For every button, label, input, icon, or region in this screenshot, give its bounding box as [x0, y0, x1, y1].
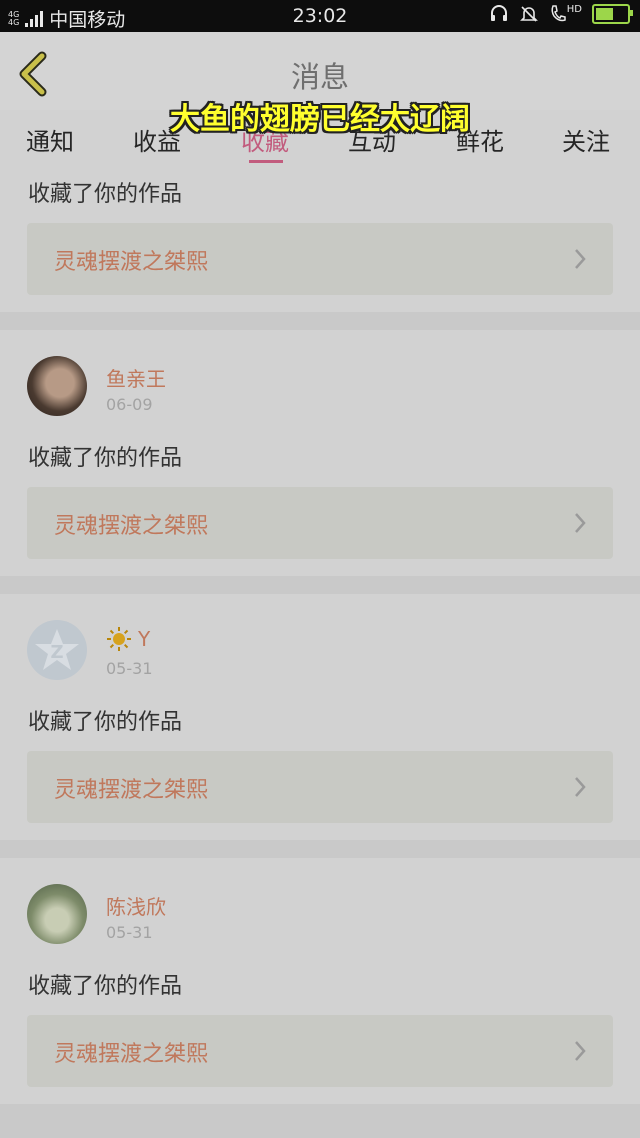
sun-icon [107, 627, 131, 651]
avatar[interactable] [27, 884, 87, 944]
chevron-right-icon [575, 1041, 586, 1061]
chevron-right-icon [575, 249, 586, 269]
message-action: 收藏了你的作品 [28, 710, 183, 735]
work-link[interactable]: 灵魂摆渡之桀熙 [27, 1015, 613, 1087]
headset-icon [490, 5, 507, 21]
divider [0, 1104, 640, 1138]
battery-fill [596, 8, 613, 20]
work-title: 灵魂摆渡之桀熙 [54, 1042, 209, 1067]
message-date: 05-31 [106, 659, 153, 678]
hd-label: HD [566, 4, 582, 15]
avatar[interactable]: Z [27, 620, 87, 680]
tab-flowers[interactable]: 鲜花 [456, 122, 504, 157]
battery-icon [592, 4, 633, 24]
tab-bar: 通知 收益 收藏 互动 鲜花 关注 [0, 110, 640, 166]
default-avatar-icon: Z [35, 629, 79, 670]
tab-favorites[interactable]: 收藏 [241, 122, 289, 157]
divider [0, 576, 640, 594]
message-date: 05-31 [106, 923, 153, 942]
avatar[interactable] [27, 356, 87, 416]
message-item: Z Y 05-31 收藏了你的作品 灵魂摆渡之桀熙 [0, 594, 640, 840]
page-title: 消息 [290, 60, 349, 94]
status-bar: 4G 4G 中国移动 23:02 HD [0, 0, 640, 32]
work-link[interactable]: 灵魂摆渡之桀熙 [27, 751, 613, 823]
message-item: 鱼亲王 06-09 收藏了你的作品 灵魂摆渡之桀熙 [0, 330, 640, 576]
message-date: 06-09 [106, 395, 153, 414]
active-tab-indicator [249, 160, 283, 163]
status-right: HD [489, 4, 633, 24]
work-link[interactable]: 灵魂摆渡之桀熙 [27, 487, 613, 559]
username[interactable]: Y [138, 627, 150, 651]
header-bar: 消息 [0, 32, 640, 111]
call-icon [551, 5, 566, 22]
work-title: 灵魂摆渡之桀熙 [54, 250, 209, 275]
svg-text:Z: Z [50, 642, 63, 663]
chevron-right-icon [575, 777, 586, 797]
tab-earnings[interactable]: 收益 [133, 122, 181, 157]
bell-muted-icon [519, 6, 538, 22]
work-title: 灵魂摆渡之桀熙 [54, 778, 209, 803]
tab-notifications[interactable]: 通知 [26, 122, 74, 157]
tab-interactions[interactable]: 互动 [348, 122, 396, 157]
message-action: 收藏了你的作品 [28, 446, 183, 471]
message-item: 陈浅欣 05-31 收藏了你的作品 灵魂摆渡之桀熙 [0, 858, 640, 1104]
work-title: 灵魂摆渡之桀熙 [54, 514, 209, 539]
divider [0, 840, 640, 858]
message-action: 收藏了你的作品 [28, 182, 183, 207]
message-item: 收藏了你的作品 灵魂摆渡之桀熙 [0, 166, 640, 312]
tab-follows[interactable]: 关注 [562, 122, 610, 157]
divider [0, 312, 640, 330]
work-link[interactable]: 灵魂摆渡之桀熙 [27, 223, 613, 295]
chevron-right-icon [575, 513, 586, 533]
username[interactable]: 鱼亲王 [106, 363, 166, 392]
message-action: 收藏了你的作品 [28, 974, 183, 999]
username[interactable]: 陈浅欣 [106, 891, 166, 920]
